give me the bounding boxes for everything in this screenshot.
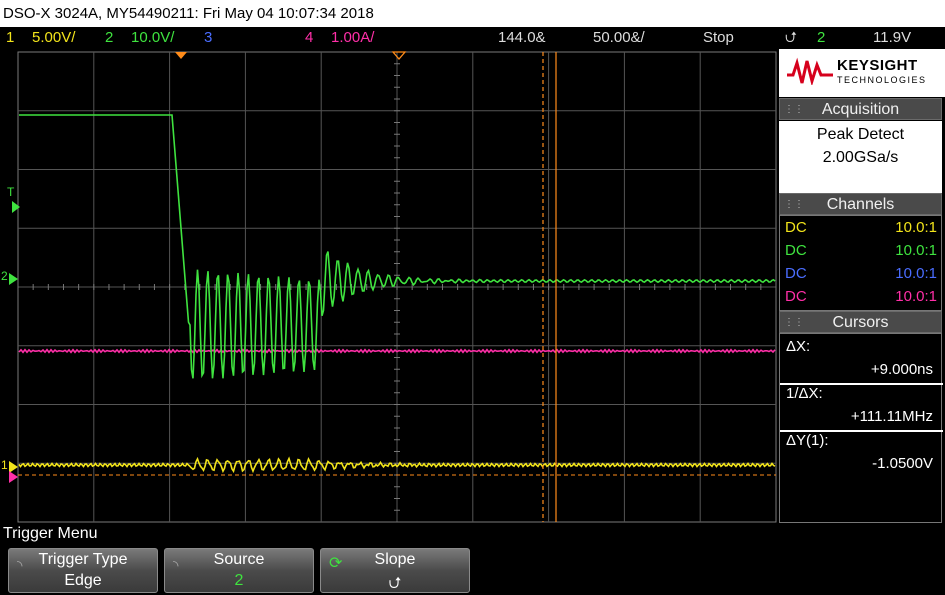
acquisition-mode: Peak Detect [816,126,905,143]
run-state: Stop [703,29,734,46]
timebase-readout[interactable]: 50.00&/ [593,27,645,49]
source-softkey[interactable]: ◝ Source 2 [164,548,314,593]
delta-x-value: +9.000ns [870,361,933,378]
ch4-probe: 10.0:1 [895,288,937,305]
ch4-coupling: DC [785,288,807,305]
delay-readout[interactable]: 144.0& [498,27,546,49]
inv-delta-x-value: +111.11MHz [850,408,933,425]
status-bar: 1 5.00V/ 2 10.0V/ 3 4 1.00A/ 144.0& 50.0… [0,27,945,49]
channel-row-3[interactable]: DC 10.0:1 [780,262,943,285]
trigger-level-label: T [7,185,15,199]
ch2-number[interactable]: 2 [105,27,113,49]
channel-row-2[interactable]: DC 10.0:1 [780,239,943,262]
acquisition-header-label: Acquisition [821,101,900,118]
trigger-type-value: Edge [64,572,102,589]
waveform-display[interactable]: T 2 1 [0,49,778,523]
ch2-probe: 10.0:1 [895,242,937,259]
source-value: 2 [234,572,244,589]
channels-header[interactable]: ⋮⋮ Channels [779,193,942,215]
ch4-scale[interactable]: 1.00A/ [331,27,374,49]
channel-row-4[interactable]: DC 10.0:1 [780,285,943,308]
title-bar: DSO-X 3024A, MY54490211: Fri May 04 10:0… [0,0,945,27]
acquisition-body: Peak Detect 2.00GSa/s [779,121,942,193]
slope-value: ⮍ [388,575,402,592]
trigger-level: 11.9V [873,29,912,46]
ch4-number[interactable]: 4 [305,27,313,49]
trigger-type-softkey[interactable]: ◝ Trigger Type Edge [8,548,158,593]
keysight-wave-icon [787,57,833,85]
drag-grip-icon[interactable]: ⋮⋮ [784,99,804,121]
trigger-type-label: Trigger Type [38,551,128,568]
trigger-slope-icon: ⮍ [785,29,798,46]
drag-grip-icon[interactable]: ⋮⋮ [784,312,804,334]
brand-sub: TECHNOLOGIES [837,75,927,85]
cursors-header[interactable]: ⋮⋮ Cursors [779,311,942,333]
inv-delta-x-label: 1/ΔX: [786,385,823,402]
acquisition-header[interactable]: ⋮⋮ Acquisition [779,98,942,120]
ch1-ground-label: 1 [1,458,8,472]
delta-y-value: -1.0500V [872,455,933,472]
ch2-ground-label: 2 [1,269,8,283]
side-panel: KEYSIGHT TECHNOLOGIES ⋮⋮ Acquisition Pea… [779,49,945,523]
brand-name: KEYSIGHT [837,57,918,74]
cursors-header-label: Cursors [832,314,889,331]
delta-y-label: ΔY(1): [786,432,829,449]
ch3-number[interactable]: 3 [204,27,212,49]
ch2-coupling: DC [785,242,807,259]
ch3-coupling: DC [785,265,807,282]
trigger-source: 2 [817,29,826,46]
ch1-number[interactable]: 1 [6,27,14,49]
ch1-scale[interactable]: 5.00V/ [32,27,75,49]
waveform-canvas[interactable]: T 2 1 [0,49,778,523]
channels-body: DC 10.0:1 DC 10.0:1 DC 10.0:1 DC 10.0:1 [779,215,942,311]
channels-header-label: Channels [826,196,895,213]
delta-x-label: ΔX: [786,338,811,355]
title-text: DSO-X 3024A, MY54490211: Fri May 04 10:0… [3,5,374,22]
display-background [0,49,778,523]
drag-grip-icon[interactable]: ⋮⋮ [784,194,804,216]
sample-rate: 2.00GSa/s [822,149,899,166]
ch2-scale[interactable]: 10.0V/ [131,27,174,49]
cursors-body: ΔX: +9.000ns 1/ΔX: +111.11MHz ΔY(1): -1.… [779,333,943,523]
channel-row-1[interactable]: DC 10.0:1 [780,216,943,239]
keysight-logo: KEYSIGHT TECHNOLOGIES [779,49,945,97]
source-label: Source [213,551,265,568]
slope-label: Slope [374,551,416,568]
ch1-coupling: DC [785,219,807,236]
softkey-menu-title: Trigger Menu [3,525,98,542]
ch1-probe: 10.0:1 [895,219,937,236]
ch3-probe: 10.0:1 [895,265,937,282]
slope-softkey[interactable]: ⟳ Slope ⮍ [320,548,470,593]
